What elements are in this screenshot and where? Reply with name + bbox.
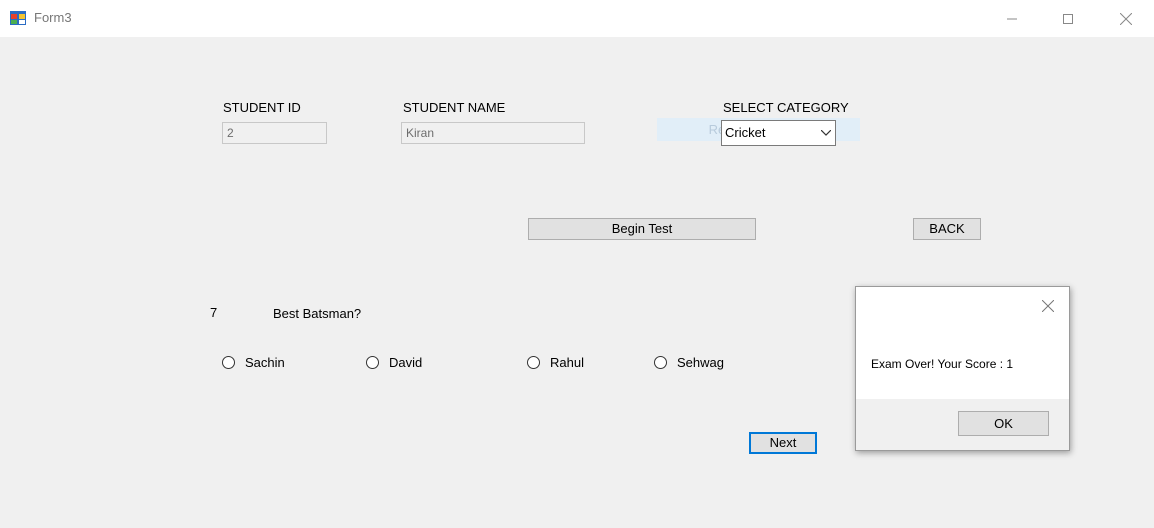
student-id-field[interactable]: 2: [222, 122, 327, 144]
question-text: Best Batsman?: [273, 306, 362, 321]
maximize-icon: [1063, 13, 1073, 24]
message-box-footer: OK: [856, 399, 1069, 450]
option-sachin[interactable]: Sachin: [222, 355, 285, 370]
window-title: Form3: [34, 10, 72, 25]
message-text: Exam Over! Your Score : 1: [871, 357, 1014, 371]
student-name-field[interactable]: Kiran: [401, 122, 585, 144]
next-button[interactable]: Next: [749, 432, 817, 454]
option-label: Rahul: [550, 355, 584, 370]
close-icon: [1120, 12, 1132, 25]
category-label: SELECT CATEGORY: [723, 100, 849, 115]
radio-circle: [222, 356, 235, 369]
ok-button[interactable]: OK: [958, 411, 1049, 436]
option-label: Sehwag: [677, 355, 724, 370]
category-select[interactable]: Cricket: [721, 120, 836, 146]
chevron-down-icon: [821, 130, 831, 136]
option-label: Sachin: [245, 355, 285, 370]
minimize-icon: [1007, 18, 1017, 19]
option-rahul[interactable]: Rahul: [527, 355, 584, 370]
title-bar: Form3: [0, 0, 1154, 37]
minimize-button[interactable]: [989, 0, 1035, 37]
back-button[interactable]: BACK: [913, 218, 981, 240]
begin-test-button[interactable]: Begin Test: [528, 218, 756, 240]
option-label: David: [389, 355, 423, 370]
student-id-label: STUDENT ID: [223, 100, 301, 115]
question-number: 7: [210, 305, 218, 320]
close-button[interactable]: [1103, 0, 1149, 37]
category-selected-value: Cricket: [725, 125, 766, 140]
radio-circle: [527, 356, 540, 369]
student-name-label: STUDENT NAME: [403, 100, 506, 115]
message-box: Exam Over! Your Score : 1 OK: [855, 286, 1070, 451]
close-icon[interactable]: [1042, 300, 1054, 312]
app-icon: [10, 11, 26, 25]
radio-circle: [654, 356, 667, 369]
form-client-area: STUDENT ID 2 STUDENT NAME Kiran SELECT C…: [0, 37, 1154, 528]
radio-circle: [366, 356, 379, 369]
maximize-button[interactable]: [1045, 0, 1091, 37]
option-sehwag[interactable]: Sehwag: [654, 355, 724, 370]
option-david[interactable]: David: [366, 355, 422, 370]
